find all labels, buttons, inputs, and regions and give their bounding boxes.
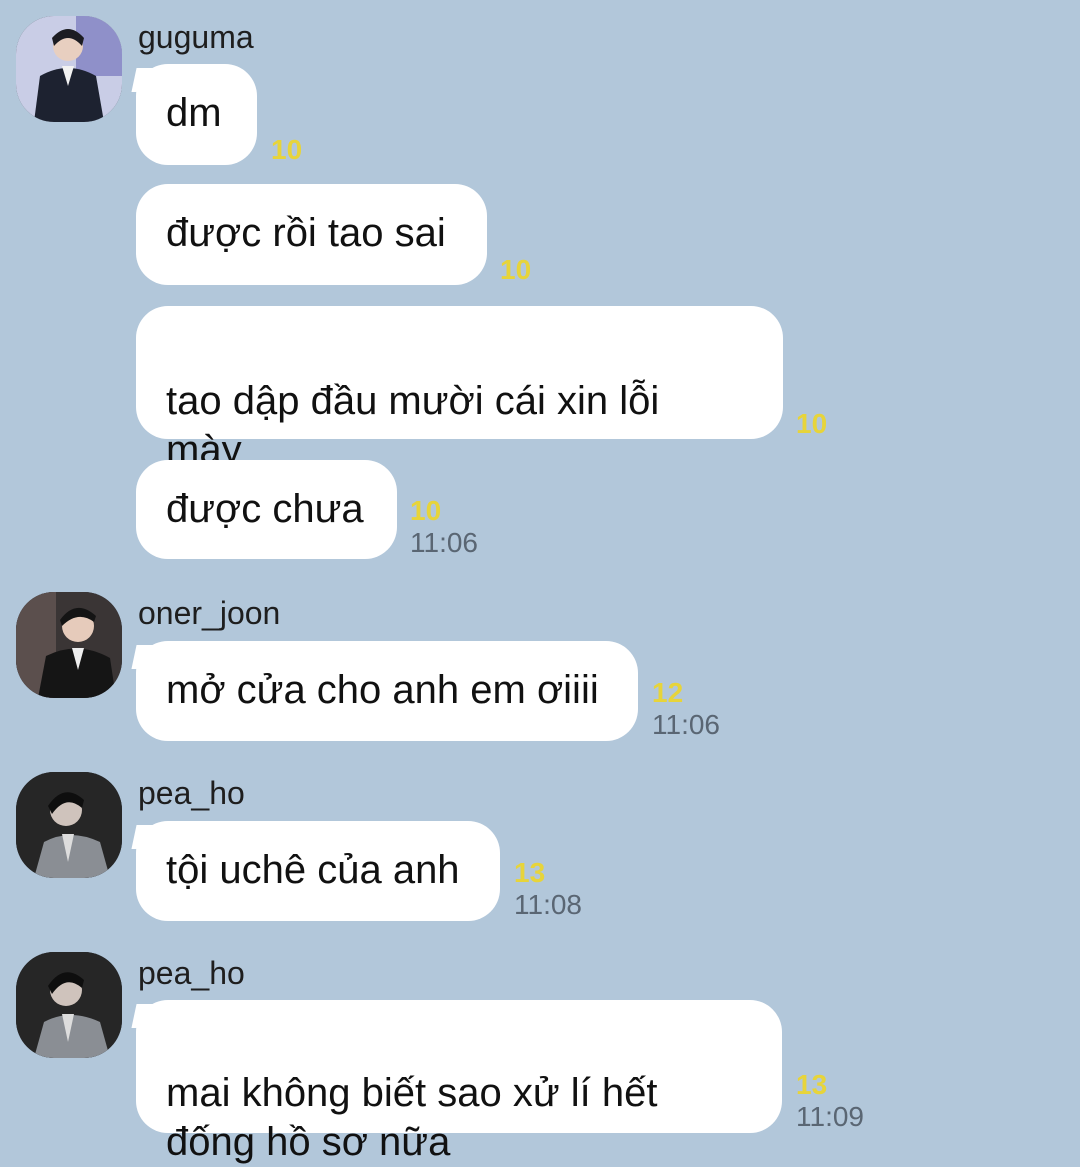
message-text: tao dập đầu mười cái xin lỗi mày xyxy=(166,379,660,472)
message-text: được rồi tao sai xyxy=(166,211,446,255)
unread-count: 10 xyxy=(271,134,303,165)
sender-name: pea_ho xyxy=(138,955,245,991)
sender-name: guguma xyxy=(138,19,254,55)
message-bubble[interactable]: dm xyxy=(136,64,257,165)
person-photo-icon xyxy=(16,592,122,698)
timestamp: 11:06 xyxy=(652,709,720,740)
avatar-guguma[interactable] xyxy=(16,16,122,122)
message-bubble[interactable]: tội uchê của anh xyxy=(136,821,500,921)
unread-count: 10 xyxy=(796,408,828,439)
message-text: dm xyxy=(166,91,222,135)
message-meta: 10 xyxy=(500,254,531,286)
message-bubble[interactable]: mở cửa cho anh em ơiiii xyxy=(136,641,638,741)
avatar-pea-ho[interactable] xyxy=(16,952,122,1058)
person-photo-icon xyxy=(16,772,122,878)
timestamp: 11:08 xyxy=(514,889,582,920)
unread-count: 13 xyxy=(514,857,546,888)
unread-count: 10 xyxy=(410,495,442,526)
message-text: được chưa xyxy=(166,487,364,531)
unread-count: 12 xyxy=(652,677,684,708)
message-meta: 13 11:09 xyxy=(796,1069,864,1133)
message-meta: 10 xyxy=(796,408,827,440)
message-meta: 12 11:06 xyxy=(652,677,720,741)
message-text: mai không biết sao xử lí hết đống hồ sơ … xyxy=(166,1071,658,1164)
message-text: tội uchê của anh xyxy=(166,848,460,892)
person-photo-icon xyxy=(16,952,122,1058)
message-meta: 10 xyxy=(271,134,302,166)
person-photo-icon xyxy=(16,16,122,122)
message-bubble[interactable]: được chưa xyxy=(136,460,397,559)
message-bubble[interactable]: tao dập đầu mười cái xin lỗi mày xyxy=(136,306,783,472)
avatar-pea-ho[interactable] xyxy=(16,772,122,878)
unread-count: 10 xyxy=(500,254,532,285)
message-bubble[interactable]: mai không biết sao xử lí hết đống hồ sơ … xyxy=(136,1000,782,1164)
sender-name: oner_joon xyxy=(138,595,281,631)
message-meta: 10 11:06 xyxy=(410,495,478,559)
unread-count: 13 xyxy=(796,1069,828,1100)
timestamp: 11:09 xyxy=(796,1101,864,1132)
message-meta: 13 11:08 xyxy=(514,857,582,921)
avatar-oner-joon[interactable] xyxy=(16,592,122,698)
timestamp: 11:06 xyxy=(410,527,478,558)
message-text: mở cửa cho anh em ơiiii xyxy=(166,668,599,712)
sender-name: pea_ho xyxy=(138,775,245,811)
message-bubble[interactable]: được rồi tao sai xyxy=(136,184,487,285)
